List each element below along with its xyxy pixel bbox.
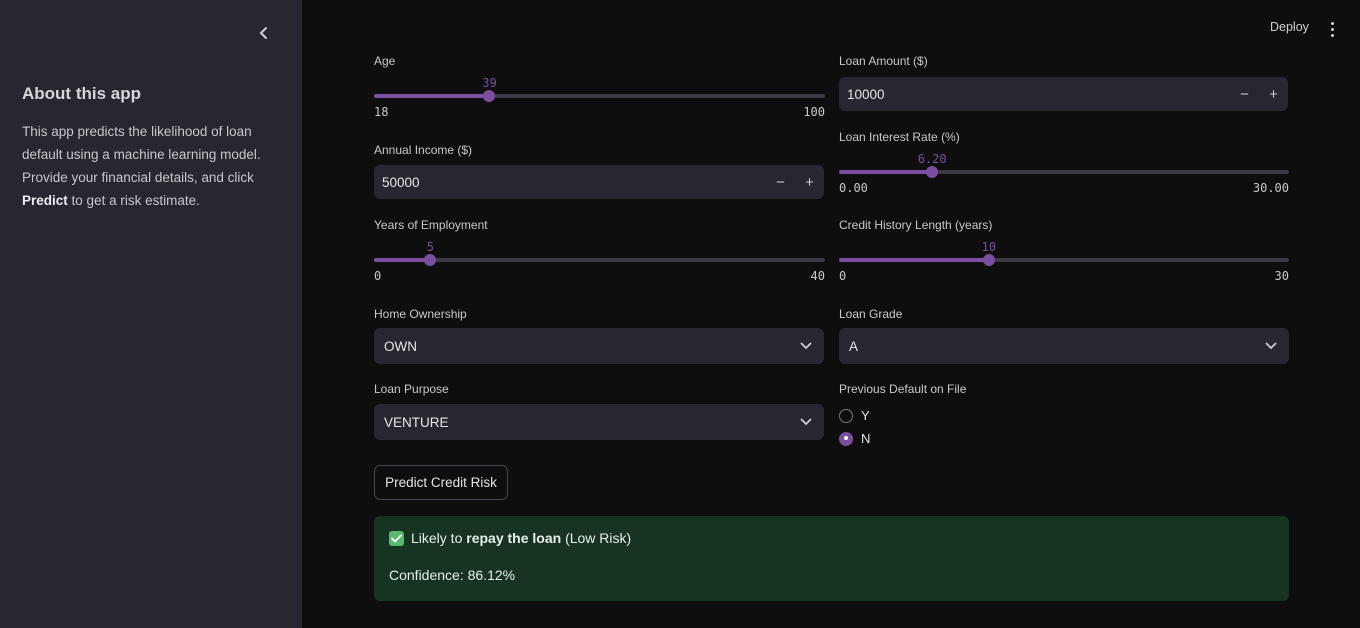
slider-fill bbox=[374, 258, 431, 262]
radio-label-n: N bbox=[861, 431, 871, 446]
employment-slider[interactable]: 5 0 40 bbox=[374, 240, 825, 283]
increment-button[interactable]: + bbox=[1259, 77, 1288, 111]
loan-purpose-select[interactable]: VENTURE bbox=[374, 404, 824, 440]
sidebar-text-b: to get a risk estimate. bbox=[71, 193, 200, 208]
slider-thumb[interactable] bbox=[483, 90, 496, 102]
sidebar-text-bold: Predict bbox=[22, 193, 68, 208]
employment-label: Years of Employment bbox=[374, 218, 488, 232]
loan-amount-value[interactable]: 10000 bbox=[839, 87, 1230, 102]
decrement-button[interactable]: − bbox=[1230, 77, 1259, 111]
loan-purpose-value: VENTURE bbox=[384, 414, 449, 430]
slider-track bbox=[374, 258, 825, 262]
sidebar-description: This app predicts the likelihood of loan… bbox=[22, 120, 274, 212]
home-ownership-value: OWN bbox=[384, 338, 417, 354]
sidebar-title: About this app bbox=[22, 84, 141, 103]
predict-credit-risk-button[interactable]: Predict Credit Risk bbox=[374, 465, 508, 500]
increment-button[interactable]: + bbox=[795, 165, 824, 199]
slider-value: 6.20 bbox=[917, 152, 947, 166]
chevron-left-icon bbox=[259, 27, 267, 39]
loan-amount-input[interactable]: 10000 − + bbox=[839, 77, 1288, 111]
loan-grade-label: Loan Grade bbox=[839, 307, 903, 321]
home-ownership-label: Home Ownership bbox=[374, 307, 467, 321]
slider-thumb[interactable] bbox=[926, 166, 939, 178]
slider-max: 40 bbox=[810, 269, 825, 283]
collapse-sidebar-button[interactable] bbox=[253, 22, 275, 44]
slider-min: 0 bbox=[839, 269, 847, 283]
slider-thumb[interactable] bbox=[982, 254, 995, 266]
result-message: Likely to repay the loan (Low Risk) bbox=[389, 530, 631, 546]
annual-income-label: Annual Income ($) bbox=[374, 143, 473, 157]
slider-value: 5 bbox=[426, 240, 434, 254]
slider-max: 30 bbox=[1274, 269, 1289, 283]
confidence-text: Confidence: 86.12% bbox=[389, 567, 516, 583]
radio-option-y[interactable]: Y bbox=[839, 408, 870, 423]
slider-fill bbox=[839, 170, 933, 174]
slider-min: 18 bbox=[374, 105, 389, 119]
deploy-button[interactable]: Deploy bbox=[1270, 20, 1309, 34]
annual-income-input[interactable]: 50000 − + bbox=[374, 165, 824, 199]
slider-min: 0 bbox=[374, 269, 382, 283]
slider-value: 39 bbox=[482, 76, 497, 90]
credit-history-label: Credit History Length (years) bbox=[839, 218, 993, 232]
slider-fill bbox=[839, 258, 989, 262]
radio-label-y: Y bbox=[861, 408, 870, 423]
radio-circle bbox=[839, 408, 853, 423]
age-label: Age bbox=[374, 54, 396, 68]
chevron-down-icon bbox=[800, 418, 812, 426]
result-suffix: (Low Risk) bbox=[565, 530, 632, 546]
age-slider[interactable]: 39 18 100 bbox=[374, 76, 825, 119]
loan-grade-select[interactable]: A bbox=[839, 328, 1289, 364]
result-bold: repay the loan bbox=[466, 530, 562, 546]
slider-min: 0.00 bbox=[839, 181, 868, 195]
sidebar: About this app This app predicts the lik… bbox=[0, 0, 302, 628]
radio-circle-selected bbox=[839, 431, 853, 446]
result-prefix: Likely to bbox=[411, 530, 463, 546]
loan-amount-label: Loan Amount ($) bbox=[839, 54, 928, 68]
previous-default-label: Previous Default on File bbox=[839, 382, 967, 396]
radio-option-n[interactable]: N bbox=[839, 431, 870, 446]
sidebar-text-a: This app predicts the likelihood of loan… bbox=[22, 124, 261, 185]
slider-max: 30.00 bbox=[1252, 181, 1289, 195]
chevron-down-icon bbox=[800, 342, 812, 350]
home-ownership-select[interactable]: OWN bbox=[374, 328, 824, 364]
checkmark-icon bbox=[389, 530, 404, 546]
slider-max: 100 bbox=[803, 105, 825, 119]
chevron-down-icon bbox=[1265, 342, 1277, 350]
credit-history-slider[interactable]: 10 0 30 bbox=[839, 240, 1289, 283]
slider-value: 10 bbox=[981, 240, 997, 254]
kebab-menu-icon[interactable] bbox=[1324, 20, 1340, 38]
annual-income-value[interactable]: 50000 bbox=[374, 175, 766, 190]
decrement-button[interactable]: − bbox=[766, 165, 795, 199]
slider-thumb[interactable] bbox=[424, 254, 437, 266]
result-alert: Likely to repay the loan (Low Risk) Conf… bbox=[374, 516, 1289, 601]
slider-fill bbox=[374, 94, 490, 98]
interest-rate-label: Loan Interest Rate (%) bbox=[839, 130, 960, 144]
loan-grade-value: A bbox=[849, 338, 859, 354]
interest-rate-slider[interactable]: 6.20 0.00 30.00 bbox=[839, 152, 1289, 195]
loan-purpose-label: Loan Purpose bbox=[374, 382, 449, 396]
